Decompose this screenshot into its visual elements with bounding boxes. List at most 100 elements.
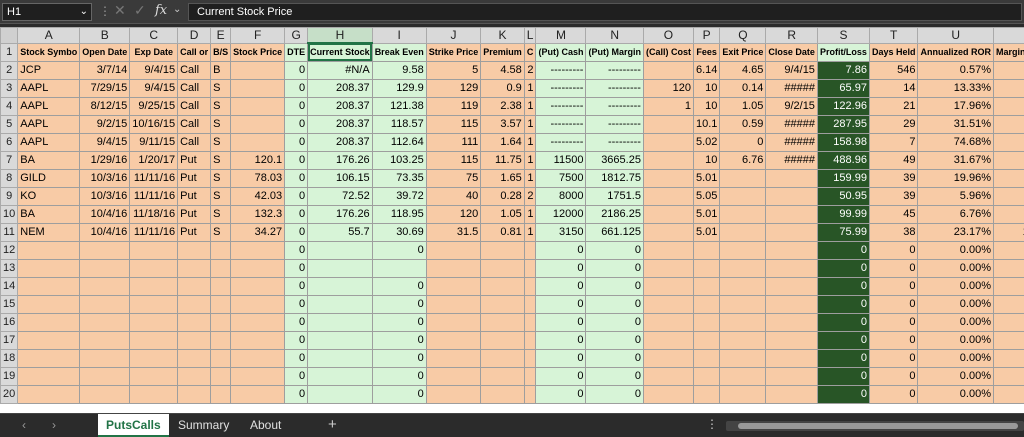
cell-g[interactable]: 0: [284, 348, 309, 368]
cell-t[interactable]: 21: [868, 96, 919, 116]
column-header-h[interactable]: H: [307, 27, 373, 44]
cell-s[interactable]: 65.97: [816, 78, 870, 98]
cell-i[interactable]: 103.25: [371, 150, 427, 170]
cell-d[interactable]: [177, 384, 212, 404]
cell-b[interactable]: [79, 384, 131, 404]
select-all-corner[interactable]: [0, 27, 19, 44]
cell-g[interactable]: 0: [284, 150, 309, 170]
cell-u[interactable]: 13.33%: [917, 78, 994, 98]
cell-d[interactable]: Call: [177, 78, 212, 98]
cell-o[interactable]: [642, 132, 694, 152]
row-header[interactable]: 3: [0, 78, 19, 98]
cell-l[interactable]: [523, 294, 537, 314]
cell-r[interactable]: [765, 240, 818, 260]
column-title-cell[interactable]: Exit Price: [719, 42, 767, 62]
cell-u[interactable]: 19.96%: [917, 168, 994, 188]
cell-s[interactable]: 0: [816, 294, 870, 314]
cell-f[interactable]: [230, 60, 286, 80]
cell-i[interactable]: 0: [371, 348, 427, 368]
cell-v[interactable]: ---------: [992, 60, 1024, 80]
cell-d[interactable]: Put: [177, 168, 212, 188]
cell-j[interactable]: [425, 348, 482, 368]
cell-n[interactable]: 0: [585, 294, 644, 314]
column-title-cell[interactable]: Call or: [177, 42, 212, 62]
cell-i[interactable]: 112.64: [371, 132, 427, 152]
cell-h[interactable]: [307, 294, 373, 314]
cell-u[interactable]: 0.00%: [917, 312, 994, 332]
cell-h[interactable]: 176.26: [307, 204, 373, 224]
row-header[interactable]: 14: [0, 276, 19, 296]
cell-h[interactable]: 208.37: [307, 78, 373, 98]
cell-n[interactable]: 0: [585, 258, 644, 278]
cell-v[interactable]: 0.00%: [992, 348, 1024, 368]
cell-m[interactable]: ---------: [535, 96, 587, 116]
cell-t[interactable]: 546: [868, 60, 919, 80]
cell-i[interactable]: 0: [371, 330, 427, 350]
cell-a[interactable]: BA: [17, 150, 81, 170]
cell-a[interactable]: KO: [17, 186, 81, 206]
cell-s[interactable]: 287.95: [816, 114, 870, 134]
cell-k[interactable]: [480, 312, 525, 332]
cell-d[interactable]: Put: [177, 222, 212, 242]
column-title-cell[interactable]: C: [523, 42, 537, 62]
cell-r[interactable]: [765, 258, 818, 278]
add-sheet-button[interactable]: +: [328, 416, 337, 433]
cell-d[interactable]: Put: [177, 204, 212, 224]
cell-q[interactable]: [719, 384, 767, 404]
cell-p[interactable]: 5.01: [692, 204, 721, 224]
cell-l[interactable]: [523, 276, 537, 296]
column-header-n[interactable]: N: [585, 27, 644, 44]
cell-o[interactable]: 1: [642, 96, 694, 116]
cell-i[interactable]: 118.57: [371, 114, 427, 134]
cell-l[interactable]: 1: [523, 204, 537, 224]
cell-p[interactable]: [692, 258, 721, 278]
cell-s[interactable]: 0: [816, 240, 870, 260]
cell-l[interactable]: 2: [523, 186, 537, 206]
cell-q[interactable]: 1.05: [719, 96, 767, 116]
column-title-cell[interactable]: Strike Price: [425, 42, 482, 62]
cell-t[interactable]: 0: [868, 312, 919, 332]
cell-h[interactable]: 176.26: [307, 150, 373, 170]
cell-i[interactable]: 0: [371, 240, 427, 260]
cell-h[interactable]: [307, 384, 373, 404]
column-header-p[interactable]: P: [692, 27, 721, 44]
cell-r[interactable]: [765, 276, 818, 296]
cell-c[interactable]: [129, 312, 179, 332]
cell-g[interactable]: 0: [284, 96, 309, 116]
cell-q[interactable]: [719, 258, 767, 278]
column-header-t[interactable]: T: [868, 27, 919, 44]
column-header-o[interactable]: O: [642, 27, 694, 44]
cell-n[interactable]: 661.125: [585, 222, 644, 242]
cell-o[interactable]: [642, 258, 694, 278]
cell-q[interactable]: 4.65: [719, 60, 767, 80]
cell-k[interactable]: 0.81: [480, 222, 525, 242]
cell-u[interactable]: 0.00%: [917, 384, 994, 404]
column-header-g[interactable]: G: [284, 27, 309, 44]
cell-n[interactable]: 2186.25: [585, 204, 644, 224]
cell-b[interactable]: [79, 294, 131, 314]
cell-a[interactable]: [17, 240, 81, 260]
cell-l[interactable]: 1: [523, 114, 537, 134]
column-header-a[interactable]: A: [17, 27, 81, 44]
cell-s[interactable]: 50.95: [816, 186, 870, 206]
column-title-cell[interactable]: Annualized ROR: [917, 42, 994, 62]
cell-g[interactable]: 0: [284, 78, 309, 98]
column-title-cell[interactable]: (Call) Cost: [642, 42, 694, 62]
cell-f[interactable]: [230, 96, 286, 116]
cell-t[interactable]: 0: [868, 330, 919, 350]
cell-r[interactable]: [765, 384, 818, 404]
cell-g[interactable]: 0: [284, 168, 309, 188]
cell-a[interactable]: [17, 348, 81, 368]
cell-e[interactable]: [210, 384, 232, 404]
cell-e[interactable]: S: [210, 222, 232, 242]
cell-n[interactable]: 0: [585, 384, 644, 404]
cell-a[interactable]: AAPL: [17, 96, 81, 116]
cell-a[interactable]: [17, 276, 81, 296]
cell-b[interactable]: [79, 240, 131, 260]
column-header-q[interactable]: Q: [719, 27, 767, 44]
cell-i[interactable]: 121.38: [371, 96, 427, 116]
column-title-cell[interactable]: Exp Date: [129, 42, 179, 62]
cell-i[interactable]: [371, 258, 427, 278]
cell-r[interactable]: [765, 294, 818, 314]
cell-r[interactable]: [765, 312, 818, 332]
